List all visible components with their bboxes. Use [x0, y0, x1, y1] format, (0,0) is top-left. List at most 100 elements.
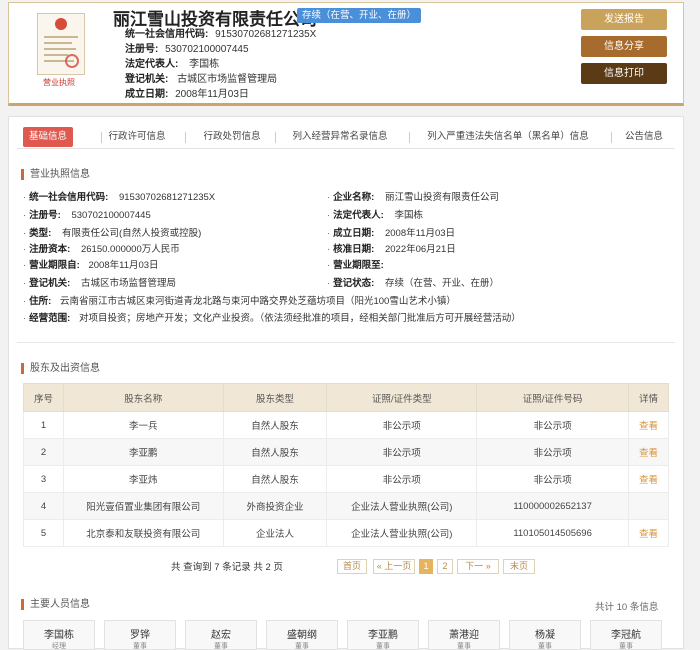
header-row-authority: 登记机关: 古城区市场监督管理局: [125, 70, 277, 85]
cell-id-type: 非公示项: [326, 465, 478, 493]
info-approval-date: · 核准日期: 2022年06月21日: [327, 244, 456, 255]
tab-announcement[interactable]: 公告信息: [621, 127, 667, 147]
person-card[interactable]: 李国栋 经理: [23, 620, 95, 650]
tab-abnormal-list[interactable]: 列入经营异常名录信息: [285, 127, 395, 147]
person-card[interactable]: 罗铧 董事: [104, 620, 176, 650]
col-header-no: 序号: [23, 383, 64, 412]
table-row: 4 阳光壹佰置业集团有限公司 外商投资企业 企业法人营业执照(公司) 11000…: [23, 492, 669, 520]
last-page-button[interactable]: 末页: [503, 559, 535, 574]
person-name: 李亚鹏: [368, 630, 398, 641]
tab-blacklist[interactable]: 列入严重违法失信名单（黑名单）信息: [421, 127, 595, 147]
field-label: 营业期限自:: [29, 260, 80, 271]
print-info-button[interactable]: 信息打印: [581, 63, 667, 84]
person-card[interactable]: 李亚鹏 董事: [347, 620, 419, 650]
field-label: 企业名称:: [333, 192, 375, 203]
tab-divider: [185, 132, 186, 143]
field-label: 经营范围:: [29, 313, 71, 324]
company-header-card: 营业执照 丽江雪山投资有限责任公司 存续（在营、开业、在册） 统一社会信用代码:…: [8, 2, 684, 106]
tab-divider: [275, 132, 276, 143]
table-row: 5 北京泰和友联投资有限公司 企业法人 企业法人营业执照(公司) 1101050…: [23, 519, 669, 547]
field-value: 云南省丽江市古城区束河街道青龙北路与束河中路交界处芝蕴坊项目（阳光100雪山艺术…: [59, 296, 456, 307]
page-1-button[interactable]: 1: [419, 559, 433, 574]
field-label: 法定代表人:: [333, 210, 384, 221]
view-detail-link[interactable]: 查看: [639, 475, 658, 486]
page-2-button[interactable]: 2: [437, 559, 453, 574]
info-company-type: · 类型: 有限责任公司(自然人投资或控股): [23, 228, 202, 239]
col-header-id-type: 证照/证件类型: [326, 383, 478, 412]
field-value: 李国栋: [394, 210, 423, 221]
personnel-count: 共计 10 条信息: [595, 602, 659, 613]
person-name: 李冠航: [611, 630, 641, 641]
field-value: 对项目投资；房地产开发；文化产业投资。（依法须经批准的项目，经相关部门批准后方可…: [78, 313, 521, 324]
info-address: · 住所: 云南省丽江市古城区束河街道青龙北路与束河中路交界处芝蕴坊项目（阳光10…: [23, 296, 456, 307]
person-card[interactable]: 萧港迎 董事: [428, 620, 500, 650]
cell-name: 李亚鹏: [62, 438, 224, 466]
person-name: 李国栋: [44, 630, 74, 641]
prev-page-button[interactable]: « 上一页: [373, 559, 415, 574]
cell-no: 4: [23, 492, 64, 520]
section-divider: [17, 342, 675, 343]
field-value: 530702100007445: [165, 44, 249, 55]
cell-id-no: 非公示项: [476, 411, 630, 439]
person-card[interactable]: 杨凝 董事: [509, 620, 581, 650]
field-value: 26150.000000万人民币: [80, 244, 180, 255]
first-page-button[interactable]: 首页: [337, 559, 367, 574]
cell-name: 李一兵: [62, 411, 224, 439]
person-name: 盛朝纲: [287, 630, 317, 641]
tab-basic-info[interactable]: 基础信息: [23, 127, 73, 147]
header-row-reg-no: 注册号: 530702100007445: [125, 40, 249, 55]
field-value: 530702100007445: [71, 210, 151, 221]
tab-admin-penalty[interactable]: 行政处罚信息: [189, 127, 275, 147]
view-detail-link[interactable]: 查看: [639, 529, 658, 540]
info-term-from: · 营业期限自: 2008年11月03日: [23, 260, 159, 271]
tab-divider: [409, 132, 410, 143]
cell-type: 外商投资企业: [222, 492, 328, 520]
header-row-credit-code: 统一社会信用代码: 91530702681271235X: [125, 25, 316, 40]
field-value: 2008年11月03日: [384, 228, 456, 239]
info-authority: · 登记机关: 古城区市场监督管理局: [23, 278, 176, 289]
info-company-name: · 企业名称: 丽江雪山投资有限责任公司: [327, 192, 499, 203]
field-label: 注册资本:: [29, 244, 71, 255]
col-header-type: 股东类型: [222, 383, 328, 412]
field-label: 登记状态:: [333, 278, 375, 289]
info-reg-capital: · 注册资本: 26150.000000万人民币: [23, 244, 180, 255]
view-detail-link[interactable]: 查看: [639, 421, 658, 432]
cell-type: 自然人股东: [222, 465, 328, 493]
info-term-to: · 营业期限至:: [327, 260, 384, 271]
table-row: 1 李一兵 自然人股东 非公示项 非公示项 查看: [23, 411, 669, 439]
info-reg-status: · 登记状态: 存续（在营、开业、在册）: [327, 278, 499, 289]
status-badge: 存续（在营、开业、在册）: [297, 8, 422, 23]
share-info-button[interactable]: 信息分享: [581, 36, 667, 57]
license-text-line: [44, 36, 78, 38]
personnel-section-title: 主要人员信息: [21, 599, 90, 610]
cell-id-no: 110105014505696: [476, 519, 630, 547]
license-section-title: 营业执照信息: [21, 169, 90, 180]
field-label: 登记机关:: [29, 278, 71, 289]
view-detail-link[interactable]: 查看: [639, 448, 658, 459]
cell-id-type: 非公示项: [326, 411, 478, 439]
cell-id-no: 非公示项: [476, 465, 630, 493]
tab-divider: [611, 132, 612, 143]
field-label: 营业期限至:: [333, 260, 384, 271]
tab-admin-license[interactable]: 行政许可信息: [105, 127, 169, 147]
person-card[interactable]: 赵宏 董事: [185, 620, 257, 650]
info-established: · 成立日期: 2008年11月03日: [327, 228, 456, 239]
person-card[interactable]: 盛朝纲 董事: [266, 620, 338, 650]
tab-divider: [101, 132, 102, 143]
next-page-button[interactable]: 下一 »: [457, 559, 499, 574]
business-license-thumbnail[interactable]: [37, 13, 85, 75]
info-legal-rep: · 法定代表人: 李国栋: [327, 210, 423, 221]
field-label: 法定代表人:: [125, 59, 179, 70]
field-value: 2008年11月03日: [175, 89, 249, 100]
person-name: 萧港迎: [449, 630, 479, 641]
person-card[interactable]: 李冠航 董事: [590, 620, 662, 650]
info-credit-code: · 统一社会信用代码: 91530702681271235X: [23, 192, 216, 203]
shareholders-table: 序号 股东名称 股东类型 证照/证件类型 证照/证件号码 详情 1 李一兵 自然…: [23, 383, 669, 547]
field-value: 古城区市场监督管理局: [177, 74, 278, 85]
field-label: 类型:: [29, 228, 52, 239]
field-label: 注册号:: [29, 210, 61, 221]
field-value: 李国栋: [189, 59, 220, 70]
cell-type: 企业法人: [222, 519, 328, 547]
field-value: 古城区市场监督管理局: [80, 278, 176, 289]
send-report-button[interactable]: 发送报告: [581, 9, 667, 30]
